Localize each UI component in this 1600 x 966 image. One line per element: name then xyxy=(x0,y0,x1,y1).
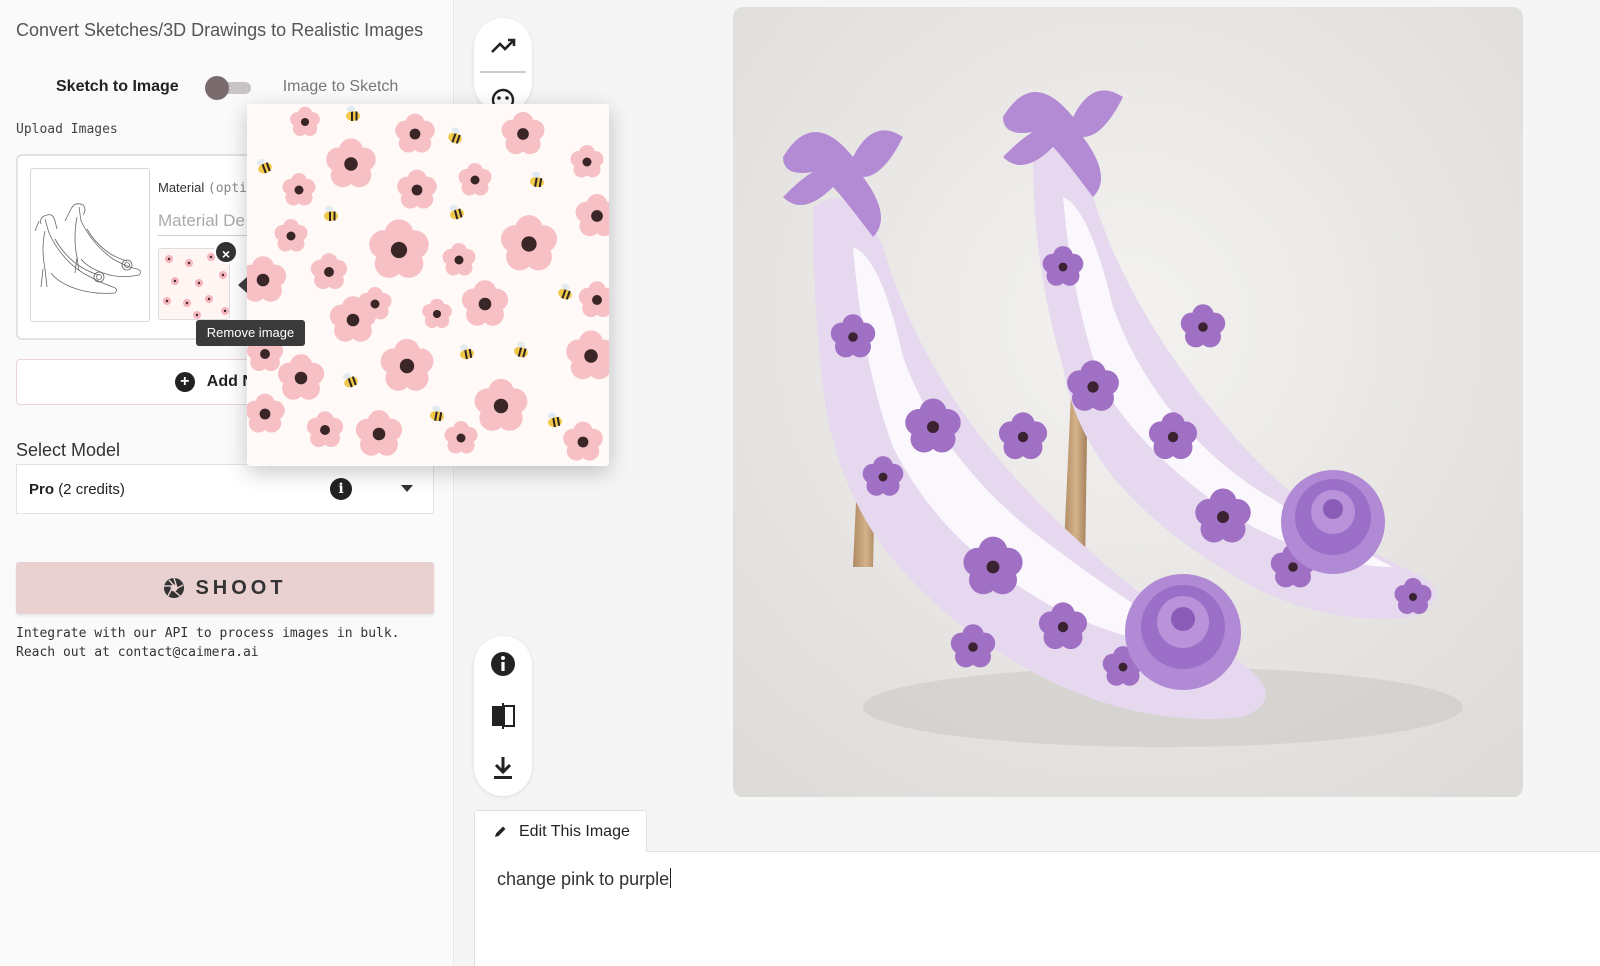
top-toolbar xyxy=(474,18,532,112)
edit-tab-label: Edit This Image xyxy=(519,822,630,840)
remove-image-close-icon[interactable]: × xyxy=(214,240,238,264)
popover-arrow xyxy=(238,277,247,293)
pencil-icon xyxy=(495,826,506,837)
info-icon[interactable] xyxy=(489,650,517,678)
model-name: Pro xyxy=(29,481,55,498)
mode-image-to-sketch-label[interactable]: Image to Sketch xyxy=(283,78,399,96)
material-label-text: Material xyxy=(158,180,205,195)
shoot-button[interactable]: SHOOT xyxy=(16,562,434,614)
upload-images-label: Upload Images xyxy=(16,122,118,137)
shoe-sketch-image xyxy=(34,203,141,294)
shutter-icon xyxy=(164,577,185,598)
caret-down-icon[interactable] xyxy=(401,485,413,492)
shoot-label: SHOOT xyxy=(195,576,287,599)
bottom-toolbar xyxy=(474,636,532,796)
edit-prompt-value: change pink to purple xyxy=(497,869,670,889)
model-info-icon[interactable]: i xyxy=(330,478,352,500)
rose-front xyxy=(1125,574,1241,690)
download-icon[interactable] xyxy=(489,754,517,782)
tab-edit-this-image[interactable]: Edit This Image xyxy=(474,810,647,852)
mode-sketch-to-image-label[interactable]: Sketch to Image xyxy=(56,78,179,96)
model-select[interactable]: Pro (2 credits) i xyxy=(16,464,434,514)
rose-back xyxy=(1281,470,1385,574)
remove-image-tooltip: Remove image xyxy=(196,320,305,346)
plus-circle-icon: + xyxy=(174,372,195,392)
edit-prompt-text: change pink to purple xyxy=(497,868,672,890)
floral-pattern-preview xyxy=(247,104,609,466)
purple-heels-image xyxy=(733,7,1523,797)
api-note: Integrate with our API to process images… xyxy=(16,624,400,662)
trend-icon[interactable] xyxy=(489,32,517,60)
model-select-value: Pro (2 credits) xyxy=(29,481,125,498)
mode-switch[interactable] xyxy=(204,76,253,100)
select-model-label: Select Model xyxy=(16,440,121,460)
page-title: Convert Sketches/3D Drawings to Realisti… xyxy=(16,20,424,40)
result-image[interactable] xyxy=(733,7,1523,797)
text-cursor xyxy=(670,868,672,888)
material-preview-popover xyxy=(247,104,609,466)
compare-icon[interactable] xyxy=(489,702,517,730)
edit-prompt-textarea[interactable]: change pink to purple xyxy=(474,851,1600,966)
material-label: Material (opti xyxy=(158,180,247,196)
sketch-thumbnail[interactable] xyxy=(30,168,150,322)
toolbar-divider xyxy=(480,71,526,73)
mode-toggle-row: Sketch to Image Image to Sketch xyxy=(56,76,399,100)
api-note-line2: Reach out at contact@caimera.ai xyxy=(16,645,259,660)
switch-knob[interactable] xyxy=(204,76,229,100)
material-optional-text: (opti xyxy=(207,181,248,196)
model-credits: (2 credits) xyxy=(58,481,125,498)
api-note-line1: Integrate with our API to process images… xyxy=(16,626,400,641)
